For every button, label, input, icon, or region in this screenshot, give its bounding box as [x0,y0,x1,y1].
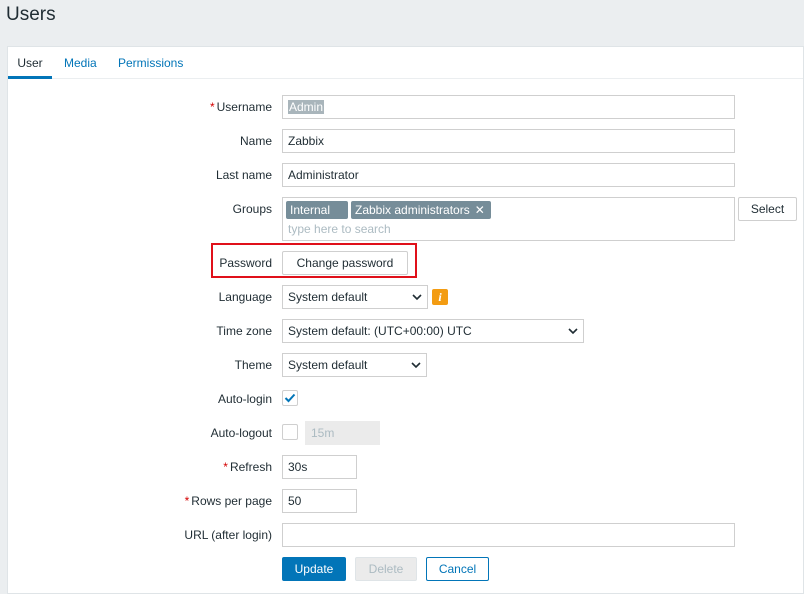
chevron-down-icon [568,328,578,335]
groups-select-button[interactable]: Select [738,197,797,221]
username-label: * Username [8,99,272,115]
remove-chip-icon[interactable]: ✕ [475,201,485,219]
last-name-input[interactable]: Administrator [282,163,735,187]
username-value: Admin [288,100,325,114]
group-chip-label: Zabbix administrators [355,203,470,217]
username-input[interactable]: Admin [282,95,735,119]
chevron-down-icon [412,294,422,301]
groups-label: Groups [232,202,272,216]
language-select[interactable]: System default [282,285,428,309]
timezone-select[interactable]: System default: (UTC+00:00) UTC [282,319,584,343]
url-input[interactable] [282,523,735,547]
tab-media[interactable]: Media [54,47,107,79]
name-input[interactable]: Zabbix [282,129,735,153]
autologout-label: Auto-logout [210,426,272,440]
rows-per-page-input[interactable]: 50 [282,489,357,513]
name-label: Name [239,134,272,148]
change-password-button[interactable]: Change password [282,251,408,275]
tab-bar: User Media Permissions [8,47,803,79]
tab-permissions[interactable]: Permissions [108,47,193,79]
language-value: System default [288,290,368,304]
refresh-label-text: Refresh [229,460,272,474]
autologin-checkbox[interactable] [282,390,298,406]
language-label: Language [218,290,272,304]
theme-select[interactable]: System default [282,353,427,377]
username-label-text: Username [216,100,272,114]
last-name-label: Last name [215,168,272,182]
group-chip-zabbix-administrators: Zabbix administrators ✕ [351,201,491,219]
checkmark-icon [284,393,296,403]
groups-search-placeholder[interactable]: type here to search [288,222,391,236]
cancel-button[interactable]: Cancel [426,557,489,581]
theme-value: System default [288,358,368,372]
group-chip-internal: Internal✕ [286,201,348,235]
autologin-label: Auto-login [217,392,272,406]
required-marker: * [223,460,228,474]
autologout-checkbox[interactable] [282,424,298,440]
rows-per-page-label-text: Rows per page [191,494,272,508]
update-button[interactable]: Update [282,557,346,581]
tab-user[interactable]: User [8,47,52,79]
info-icon[interactable]: i [432,289,448,305]
refresh-input[interactable]: 30s [282,455,357,479]
autologout-input[interactable]: 15m [305,421,380,445]
chevron-down-icon [411,362,421,369]
required-marker: * [184,494,190,508]
url-label: URL (after login) [184,528,272,542]
timezone-value: System default: (UTC+00:00) UTC [288,324,472,338]
page-title: Users [6,4,56,25]
password-label: Password [219,256,272,270]
theme-label: Theme [234,358,272,372]
group-chip-label: Internal [290,203,331,217]
refresh-label: * Refresh [8,459,272,475]
rows-per-page-label: * Rows per page [8,493,272,509]
groups-multiselect[interactable]: Internal✕ Zabbix administrators ✕ type he… [282,197,735,241]
timezone-label: Time zone [216,324,272,338]
delete-button[interactable]: Delete [355,557,417,581]
required-marker: * [209,100,215,114]
